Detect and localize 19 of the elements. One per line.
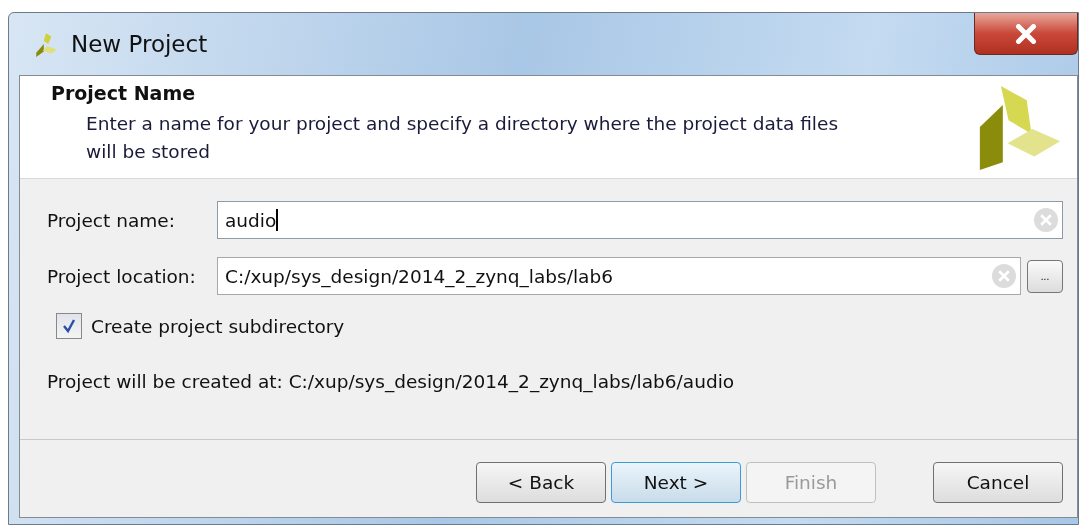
field-label: Project name:	[47, 209, 176, 231]
close-button[interactable]	[974, 13, 1078, 55]
checkbox[interactable]	[56, 313, 82, 339]
logo-icon	[977, 84, 1063, 170]
logo-icon	[33, 31, 59, 57]
dialog-button[interactable]: Next >	[611, 462, 741, 503]
text-field[interactable]: C:/xup/sys_design/2014_2_zynq_labs/lab6	[217, 257, 1021, 295]
dialog-button[interactable]: < Back	[476, 462, 606, 503]
checkmark-icon	[61, 318, 77, 334]
text-field[interactable]: audio	[217, 201, 1063, 239]
window-title: New Project	[71, 31, 208, 57]
field-label: Project location:	[47, 265, 197, 287]
page-description: Enter a name for your project and specify a directory where the project data files will be stored	[85, 112, 839, 164]
close-icon	[1013, 23, 1039, 44]
checkbox-label: Create project subdirectory	[91, 315, 345, 337]
browse-button[interactable]: ...	[1027, 259, 1063, 293]
result-path-text: Project will be created at: C:/xup/sys_design/2014_2_zynq_labs/lab6/audio	[47, 371, 736, 392]
page-title: Project Name	[51, 82, 197, 104]
dialog-button[interactable]: Cancel	[933, 462, 1063, 503]
